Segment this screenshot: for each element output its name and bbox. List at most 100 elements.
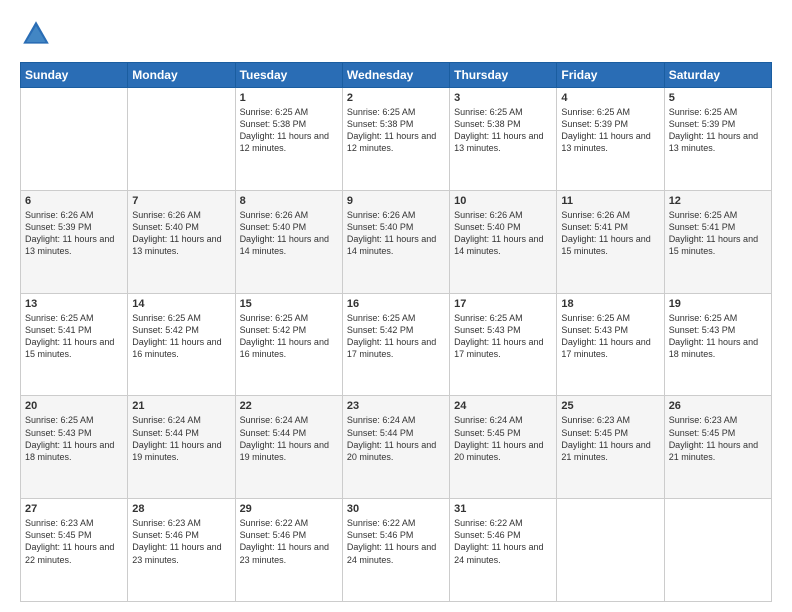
day-number: 15: [240, 298, 338, 310]
cell-info: Sunrise: 6:25 AMSunset: 5:38 PMDaylight:…: [454, 107, 543, 153]
cell-info: Sunrise: 6:24 AMSunset: 5:45 PMDaylight:…: [454, 415, 543, 461]
weekday-header: Friday: [557, 63, 664, 88]
day-number: 20: [25, 400, 123, 412]
day-number: 17: [454, 298, 552, 310]
calendar-cell: 3 Sunrise: 6:25 AMSunset: 5:38 PMDayligh…: [450, 88, 557, 191]
day-number: 28: [132, 503, 230, 515]
calendar-cell: 19 Sunrise: 6:25 AMSunset: 5:43 PMDaylig…: [664, 293, 771, 396]
calendar-cell: 28 Sunrise: 6:23 AMSunset: 5:46 PMDaylig…: [128, 499, 235, 602]
day-number: 31: [454, 503, 552, 515]
day-number: 16: [347, 298, 445, 310]
calendar-cell: 29 Sunrise: 6:22 AMSunset: 5:46 PMDaylig…: [235, 499, 342, 602]
calendar-cell: 10 Sunrise: 6:26 AMSunset: 5:40 PMDaylig…: [450, 190, 557, 293]
day-number: 8: [240, 195, 338, 207]
weekday-header: Sunday: [21, 63, 128, 88]
day-number: 22: [240, 400, 338, 412]
calendar-cell: 5 Sunrise: 6:25 AMSunset: 5:39 PMDayligh…: [664, 88, 771, 191]
cell-info: Sunrise: 6:26 AMSunset: 5:41 PMDaylight:…: [561, 210, 650, 256]
day-number: 2: [347, 92, 445, 104]
cell-info: Sunrise: 6:25 AMSunset: 5:38 PMDaylight:…: [347, 107, 436, 153]
day-number: 12: [669, 195, 767, 207]
calendar-cell: 25 Sunrise: 6:23 AMSunset: 5:45 PMDaylig…: [557, 396, 664, 499]
calendar-cell: 26 Sunrise: 6:23 AMSunset: 5:45 PMDaylig…: [664, 396, 771, 499]
calendar-cell: 20 Sunrise: 6:25 AMSunset: 5:43 PMDaylig…: [21, 396, 128, 499]
calendar-cell: 11 Sunrise: 6:26 AMSunset: 5:41 PMDaylig…: [557, 190, 664, 293]
day-number: 4: [561, 92, 659, 104]
cell-info: Sunrise: 6:25 AMSunset: 5:41 PMDaylight:…: [669, 210, 758, 256]
calendar-cell: 18 Sunrise: 6:25 AMSunset: 5:43 PMDaylig…: [557, 293, 664, 396]
calendar-cell: 12 Sunrise: 6:25 AMSunset: 5:41 PMDaylig…: [664, 190, 771, 293]
day-number: 29: [240, 503, 338, 515]
calendar-header-row: SundayMondayTuesdayWednesdayThursdayFrid…: [21, 63, 772, 88]
day-number: 3: [454, 92, 552, 104]
day-number: 6: [25, 195, 123, 207]
calendar-cell: 27 Sunrise: 6:23 AMSunset: 5:45 PMDaylig…: [21, 499, 128, 602]
cell-info: Sunrise: 6:22 AMSunset: 5:46 PMDaylight:…: [454, 518, 543, 564]
cell-info: Sunrise: 6:26 AMSunset: 5:40 PMDaylight:…: [347, 210, 436, 256]
calendar-week-row: 13 Sunrise: 6:25 AMSunset: 5:41 PMDaylig…: [21, 293, 772, 396]
cell-info: Sunrise: 6:25 AMSunset: 5:42 PMDaylight:…: [132, 313, 221, 359]
calendar-cell: [128, 88, 235, 191]
calendar-cell: 13 Sunrise: 6:25 AMSunset: 5:41 PMDaylig…: [21, 293, 128, 396]
day-number: 21: [132, 400, 230, 412]
calendar-cell: 24 Sunrise: 6:24 AMSunset: 5:45 PMDaylig…: [450, 396, 557, 499]
cell-info: Sunrise: 6:26 AMSunset: 5:40 PMDaylight:…: [454, 210, 543, 256]
cell-info: Sunrise: 6:25 AMSunset: 5:39 PMDaylight:…: [669, 107, 758, 153]
cell-info: Sunrise: 6:25 AMSunset: 5:42 PMDaylight:…: [347, 313, 436, 359]
cell-info: Sunrise: 6:23 AMSunset: 5:45 PMDaylight:…: [669, 415, 758, 461]
weekday-header: Saturday: [664, 63, 771, 88]
logo: [20, 18, 56, 50]
day-number: 23: [347, 400, 445, 412]
cell-info: Sunrise: 6:25 AMSunset: 5:41 PMDaylight:…: [25, 313, 114, 359]
day-number: 25: [561, 400, 659, 412]
calendar-week-row: 27 Sunrise: 6:23 AMSunset: 5:45 PMDaylig…: [21, 499, 772, 602]
day-number: 10: [454, 195, 552, 207]
calendar-cell: 23 Sunrise: 6:24 AMSunset: 5:44 PMDaylig…: [342, 396, 449, 499]
day-number: 1: [240, 92, 338, 104]
weekday-header: Tuesday: [235, 63, 342, 88]
weekday-header: Wednesday: [342, 63, 449, 88]
calendar-cell: 14 Sunrise: 6:25 AMSunset: 5:42 PMDaylig…: [128, 293, 235, 396]
day-number: 9: [347, 195, 445, 207]
day-number: 7: [132, 195, 230, 207]
calendar-cell: 21 Sunrise: 6:24 AMSunset: 5:44 PMDaylig…: [128, 396, 235, 499]
cell-info: Sunrise: 6:24 AMSunset: 5:44 PMDaylight:…: [240, 415, 329, 461]
calendar-cell: 15 Sunrise: 6:25 AMSunset: 5:42 PMDaylig…: [235, 293, 342, 396]
day-number: 27: [25, 503, 123, 515]
cell-info: Sunrise: 6:24 AMSunset: 5:44 PMDaylight:…: [132, 415, 221, 461]
header: [20, 18, 772, 50]
day-number: 14: [132, 298, 230, 310]
calendar-cell: 31 Sunrise: 6:22 AMSunset: 5:46 PMDaylig…: [450, 499, 557, 602]
weekday-header: Monday: [128, 63, 235, 88]
calendar-cell: 8 Sunrise: 6:26 AMSunset: 5:40 PMDayligh…: [235, 190, 342, 293]
day-number: 26: [669, 400, 767, 412]
calendar-cell: 16 Sunrise: 6:25 AMSunset: 5:42 PMDaylig…: [342, 293, 449, 396]
calendar-week-row: 1 Sunrise: 6:25 AMSunset: 5:38 PMDayligh…: [21, 88, 772, 191]
day-number: 5: [669, 92, 767, 104]
day-number: 11: [561, 195, 659, 207]
cell-info: Sunrise: 6:24 AMSunset: 5:44 PMDaylight:…: [347, 415, 436, 461]
calendar-cell: 7 Sunrise: 6:26 AMSunset: 5:40 PMDayligh…: [128, 190, 235, 293]
cell-info: Sunrise: 6:22 AMSunset: 5:46 PMDaylight:…: [240, 518, 329, 564]
cell-info: Sunrise: 6:23 AMSunset: 5:45 PMDaylight:…: [25, 518, 114, 564]
calendar-cell: 9 Sunrise: 6:26 AMSunset: 5:40 PMDayligh…: [342, 190, 449, 293]
cell-info: Sunrise: 6:22 AMSunset: 5:46 PMDaylight:…: [347, 518, 436, 564]
day-number: 24: [454, 400, 552, 412]
calendar-cell: 1 Sunrise: 6:25 AMSunset: 5:38 PMDayligh…: [235, 88, 342, 191]
page: SundayMondayTuesdayWednesdayThursdayFrid…: [0, 0, 792, 612]
calendar-cell: [557, 499, 664, 602]
calendar-cell: 17 Sunrise: 6:25 AMSunset: 5:43 PMDaylig…: [450, 293, 557, 396]
cell-info: Sunrise: 6:23 AMSunset: 5:46 PMDaylight:…: [132, 518, 221, 564]
calendar-cell: 4 Sunrise: 6:25 AMSunset: 5:39 PMDayligh…: [557, 88, 664, 191]
calendar-cell: [664, 499, 771, 602]
calendar-cell: 22 Sunrise: 6:24 AMSunset: 5:44 PMDaylig…: [235, 396, 342, 499]
calendar-cell: 30 Sunrise: 6:22 AMSunset: 5:46 PMDaylig…: [342, 499, 449, 602]
day-number: 13: [25, 298, 123, 310]
day-number: 19: [669, 298, 767, 310]
calendar-cell: 2 Sunrise: 6:25 AMSunset: 5:38 PMDayligh…: [342, 88, 449, 191]
cell-info: Sunrise: 6:25 AMSunset: 5:42 PMDaylight:…: [240, 313, 329, 359]
cell-info: Sunrise: 6:25 AMSunset: 5:38 PMDaylight:…: [240, 107, 329, 153]
cell-info: Sunrise: 6:25 AMSunset: 5:39 PMDaylight:…: [561, 107, 650, 153]
calendar-table: SundayMondayTuesdayWednesdayThursdayFrid…: [20, 62, 772, 602]
cell-info: Sunrise: 6:26 AMSunset: 5:40 PMDaylight:…: [132, 210, 221, 256]
